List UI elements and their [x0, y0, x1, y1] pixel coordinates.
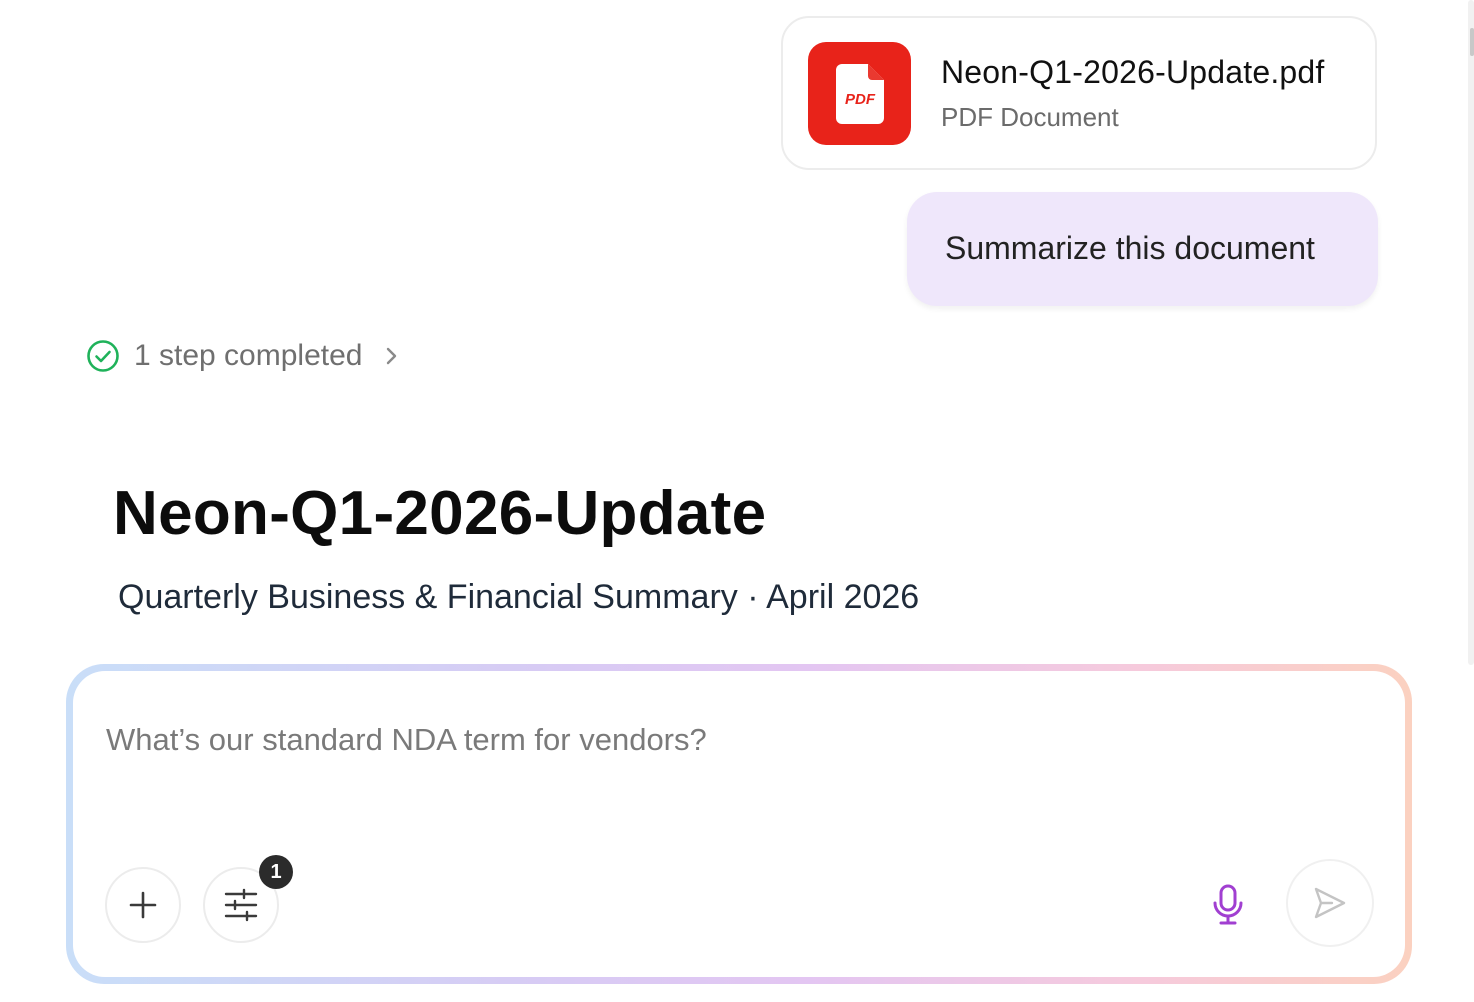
- pdf-icon-label: PDF: [845, 91, 876, 108]
- microphone-icon: [1213, 884, 1243, 925]
- message-input[interactable]: [106, 715, 1206, 765]
- user-message-text: Summarize this document: [945, 230, 1315, 266]
- add-attachment-button[interactable]: [105, 867, 181, 943]
- plus-icon: [129, 891, 157, 919]
- composer-gradient-border: 1: [66, 664, 1412, 984]
- check-circle-icon: [87, 340, 119, 372]
- send-button[interactable]: [1286, 859, 1374, 947]
- voice-input-button[interactable]: [1203, 877, 1253, 933]
- composer: 1: [73, 671, 1405, 977]
- pdf-file-icon: PDF: [808, 42, 911, 145]
- user-message-bubble: Summarize this document: [907, 192, 1378, 306]
- steps-completed-label: 1 step completed: [134, 339, 363, 372]
- chevron-right-icon: [387, 347, 397, 365]
- tools-count-badge: 1: [259, 855, 293, 889]
- attachment-file-name: Neon-Q1-2026-Update.pdf: [941, 54, 1325, 90]
- scrollbar[interactable]: [1468, 0, 1474, 665]
- send-icon: [1314, 887, 1346, 919]
- scrollbar-thumb[interactable]: [1470, 28, 1474, 56]
- sliders-icon: [224, 888, 258, 922]
- attachment-card[interactable]: PDF Neon-Q1-2026-Update.pdf PDF Document: [781, 16, 1377, 170]
- steps-completed-toggle[interactable]: 1 step completed: [86, 336, 400, 376]
- chat-page: PDF Neon-Q1-2026-Update.pdf PDF Document…: [0, 0, 1474, 1002]
- attachment-file-type: PDF Document: [941, 102, 1119, 132]
- document-subtitle: Quarterly Business & Financial Summary ·…: [118, 578, 920, 616]
- document-title: Neon-Q1-2026-Update: [113, 479, 767, 548]
